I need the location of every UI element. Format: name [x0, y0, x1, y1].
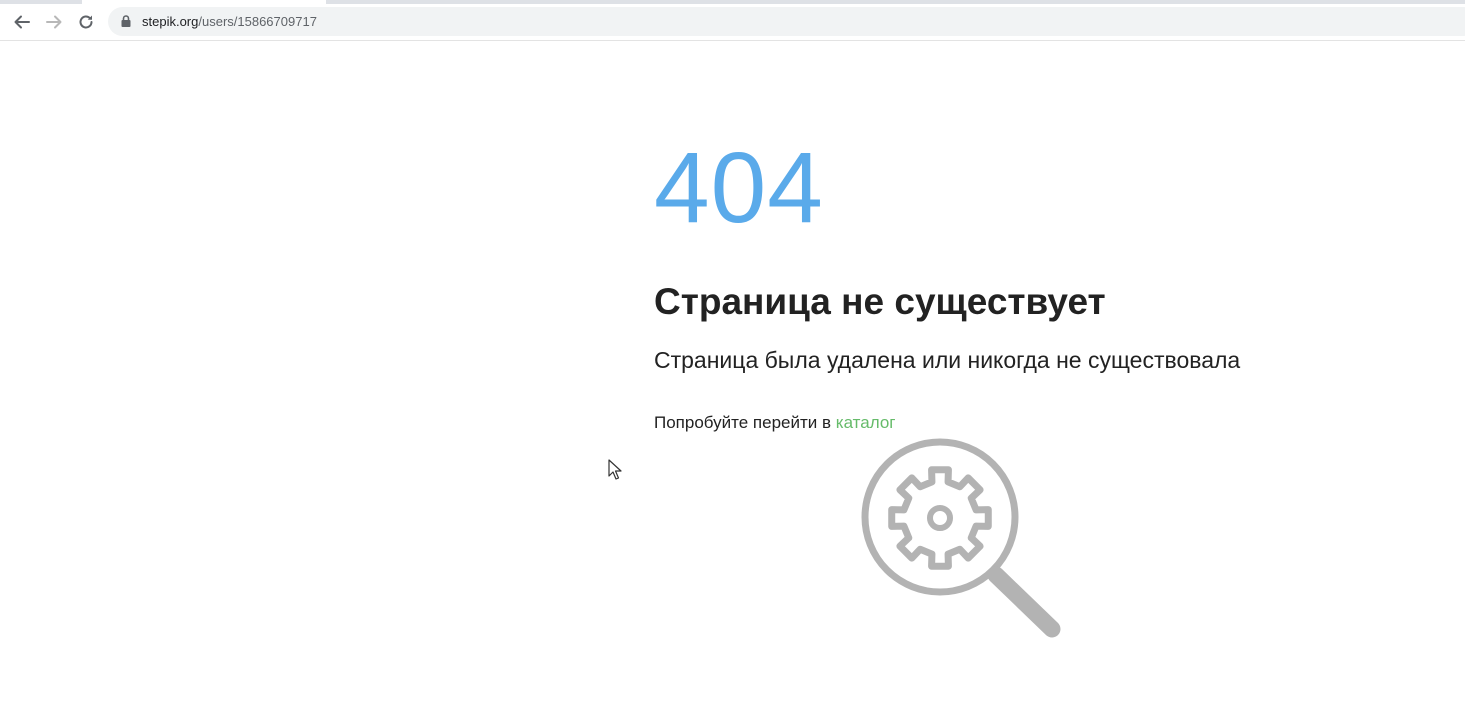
- reload-button[interactable]: [74, 10, 98, 34]
- page-subtitle: Страница была удалена или никогда не сущ…: [654, 347, 1241, 373]
- address-bar[interactable]: stepik.org/users/15866709717: [108, 7, 1465, 36]
- back-arrow-icon: [14, 15, 30, 29]
- hint-text: Попробуйте перейти в: [654, 413, 832, 432]
- url-domain: stepik.org: [142, 14, 199, 29]
- tab-strip-left: [0, 0, 82, 4]
- back-button[interactable]: [10, 10, 34, 34]
- error-code: 404: [654, 132, 824, 244]
- reload-icon: [79, 15, 93, 29]
- forward-arrow-icon: [46, 15, 62, 29]
- forward-button[interactable]: [42, 10, 66, 34]
- url-text[interactable]: stepik.org/users/15866709717: [142, 14, 317, 29]
- tab-strip-right: [326, 0, 1465, 4]
- catalog-hint: Попробуйте перейти в каталог: [654, 413, 895, 433]
- browser-toolbar: stepik.org/users/15866709717: [0, 0, 1465, 41]
- page-title: Страница не существует: [654, 281, 1106, 322]
- magnifier-gear-icon: [861, 438, 1061, 638]
- mouse-cursor-icon: [608, 459, 622, 480]
- lock-icon: [121, 15, 131, 27]
- catalog-link[interactable]: каталог: [836, 413, 896, 432]
- url-path: /users/15866709717: [198, 14, 317, 29]
